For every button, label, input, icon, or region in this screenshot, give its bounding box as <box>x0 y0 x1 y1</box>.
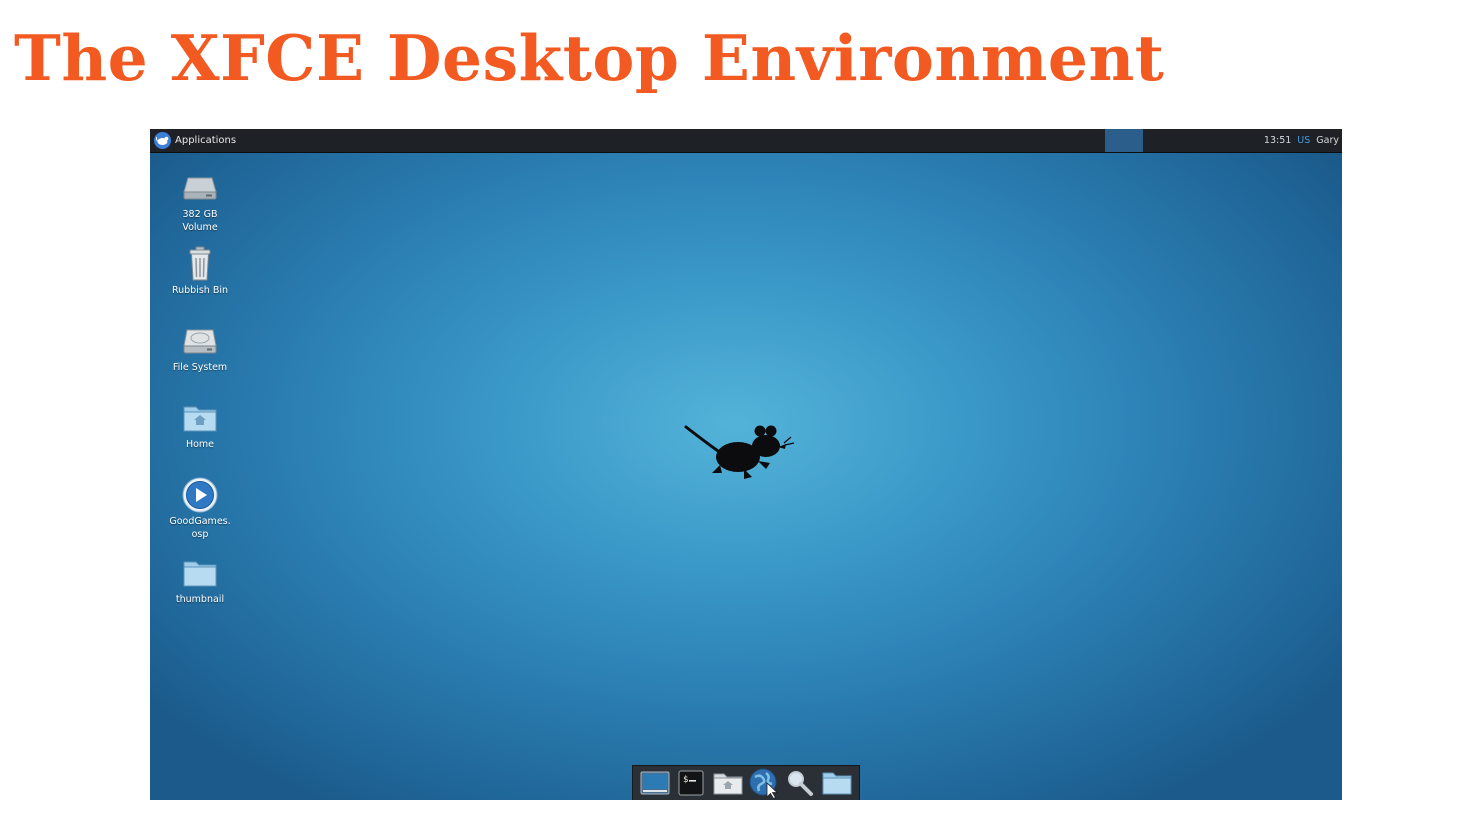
desktop-icon-goodgames[interactable]: GoodGames. osp <box>165 475 235 541</box>
svg-text:$: $ <box>683 775 688 785</box>
top-panel: Applications 13:51 US Gary <box>150 129 1342 153</box>
desktop-icon-label: Rubbish Bin <box>171 285 229 296</box>
desktop-icon-rubbish-bin[interactable]: Rubbish Bin <box>165 244 235 297</box>
trash-icon <box>187 244 213 284</box>
page-title: The XFCE Desktop Environment <box>14 21 1165 95</box>
media-file-icon <box>181 475 219 515</box>
folder-icon <box>182 553 218 593</box>
desktop-icon-label: thumbnail <box>175 594 225 605</box>
desktop-icon-label: File System <box>172 362 228 373</box>
desktop-icon-file-system[interactable]: File System <box>165 321 235 374</box>
workspace-switcher[interactable] <box>1105 129 1143 152</box>
user-menu[interactable]: Gary <box>1316 135 1339 146</box>
applications-menu-button[interactable]: Applications <box>152 129 242 152</box>
desktop-icon-home[interactable]: Home <box>165 398 235 451</box>
xfce-desktop-screen[interactable]: Applications 13:51 US Gary 382 GB Volume <box>150 129 1342 800</box>
terminal-icon[interactable]: $ <box>675 767 707 799</box>
show-desktop-icon[interactable] <box>639 767 671 799</box>
file-manager-icon[interactable] <box>712 767 744 799</box>
drive-icon <box>182 168 218 208</box>
system-tray: 13:51 US Gary <box>1264 129 1339 152</box>
xfce-logo-icon <box>154 132 171 149</box>
search-icon[interactable] <box>784 767 816 799</box>
web-browser-icon[interactable] <box>748 767 780 799</box>
folder-icon[interactable] <box>821 767 853 799</box>
home-folder-icon <box>182 398 218 438</box>
desktop-icon-volume[interactable]: 382 GB Volume <box>165 168 235 234</box>
desktop-icon-label: 382 GB Volume <box>182 209 218 233</box>
desktop-icon-label: Home <box>185 439 215 450</box>
bottom-dock: $ <box>632 765 860 800</box>
applications-menu-label: Applications <box>175 135 237 146</box>
xfce-mouse-wallpaper-logo <box>684 425 795 479</box>
clock[interactable]: 13:51 <box>1264 135 1291 146</box>
desktop-icon-thumbnail[interactable]: thumbnail <box>165 553 235 606</box>
desktop-icon-label: GoodGames. osp <box>169 516 231 540</box>
harddisk-icon <box>182 321 218 361</box>
keyboard-layout-indicator[interactable]: US <box>1297 135 1310 146</box>
